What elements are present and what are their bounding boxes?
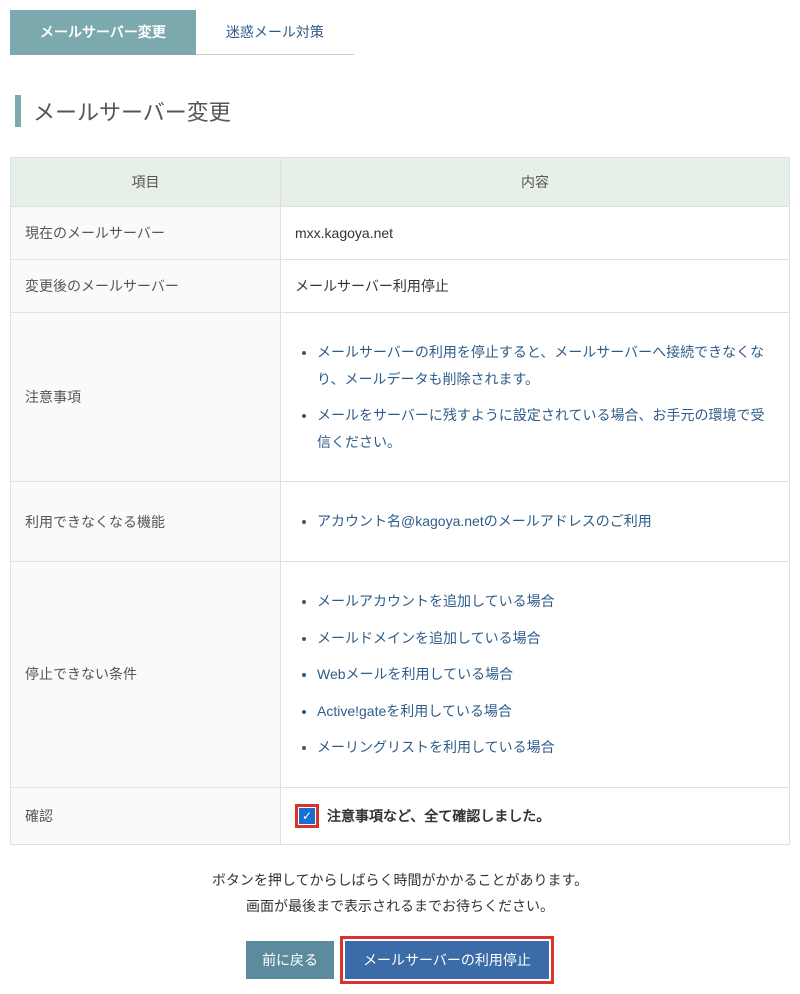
table-head-content: 内容: [281, 158, 790, 207]
table-row: 確認 ✓ 注意事項など、全て確認しました。: [11, 787, 790, 844]
submit-button[interactable]: メールサーバーの利用停止: [345, 941, 549, 979]
row-label-notes: 注意事項: [11, 313, 281, 482]
row-value-current-server: mxx.kagoya.net: [281, 207, 790, 260]
list-item: メールサーバーの利用を停止すると、メールサーバーへ接続できなくなり、メールデータ…: [317, 339, 775, 392]
notice: ボタンを押してからしばらく時間がかかることがあります。 画面が最後まで表示される…: [10, 870, 790, 916]
submit-button-highlight: メールサーバーの利用停止: [340, 936, 554, 984]
disabled-features-list: アカウント名@kagoya.netのメールアドレスのご利用: [295, 508, 775, 535]
form-table: 項目 内容 現在のメールサーバー mxx.kagoya.net 変更後のメールサ…: [10, 157, 790, 845]
row-value-notes: メールサーバーの利用を停止すると、メールサーバーへ接続できなくなり、メールデータ…: [281, 313, 790, 482]
list-item: メーリングリストを利用している場合: [317, 734, 775, 761]
row-label-after-server: 変更後のメールサーバー: [11, 260, 281, 313]
table-row: 注意事項 メールサーバーの利用を停止すると、メールサーバーへ接続できなくなり、メ…: [11, 313, 790, 482]
confirm-checkbox-highlight: ✓: [295, 804, 319, 828]
button-row: 前に戻る メールサーバーの利用停止: [10, 936, 790, 984]
row-label-current-server: 現在のメールサーバー: [11, 207, 281, 260]
confirm-checkbox[interactable]: ✓: [299, 808, 315, 824]
table-head-item: 項目: [11, 158, 281, 207]
check-icon: ✓: [302, 810, 312, 822]
list-item: アカウント名@kagoya.netのメールアドレスのご利用: [317, 508, 775, 535]
row-value-confirm: ✓ 注意事項など、全て確認しました。: [281, 787, 790, 844]
table-row: 変更後のメールサーバー メールサーバー利用停止: [11, 260, 790, 313]
notice-line-1: ボタンを押してからしばらく時間がかかることがあります。: [10, 870, 790, 890]
page-title: メールサーバー変更: [33, 95, 790, 127]
list-item: メールをサーバーに残すように設定されている場合、お手元の環境で受信ください。: [317, 402, 775, 455]
tab-spam-settings[interactable]: 迷惑メール対策: [196, 10, 354, 55]
back-button[interactable]: 前に戻る: [246, 941, 334, 979]
row-label-disabled-features: 利用できなくなる機能: [11, 482, 281, 562]
list-item: メールドメインを追加している場合: [317, 625, 775, 652]
row-label-cannot-stop: 停止できない条件: [11, 561, 281, 787]
notice-line-2: 画面が最後まで表示されるまでお待ちください。: [10, 896, 790, 916]
row-value-disabled-features: アカウント名@kagoya.netのメールアドレスのご利用: [281, 482, 790, 562]
table-row: 利用できなくなる機能 アカウント名@kagoya.netのメールアドレスのご利用: [11, 482, 790, 562]
list-item: Active!gateを利用している場合: [317, 698, 775, 725]
row-value-after-server: メールサーバー利用停止: [281, 260, 790, 313]
page-title-wrap: メールサーバー変更: [15, 95, 790, 127]
tabs: メールサーバー変更 迷惑メール対策: [10, 10, 790, 55]
row-label-confirm: 確認: [11, 787, 281, 844]
list-item: メールアカウントを追加している場合: [317, 588, 775, 615]
cannot-stop-list: メールアカウントを追加している場合メールドメインを追加している場合 Webメールを…: [295, 588, 775, 761]
confirm-text: 注意事項など、全て確認しました。: [327, 806, 550, 826]
row-value-cannot-stop: メールアカウントを追加している場合メールドメインを追加している場合 Webメールを…: [281, 561, 790, 787]
notes-list: メールサーバーの利用を停止すると、メールサーバーへ接続できなくなり、メールデータ…: [295, 339, 775, 455]
list-item: Webメールを利用している場合: [317, 661, 775, 688]
tab-mail-server-change[interactable]: メールサーバー変更: [10, 10, 196, 55]
table-row: 停止できない条件 メールアカウントを追加している場合メールドメインを追加している…: [11, 561, 790, 787]
table-row: 現在のメールサーバー mxx.kagoya.net: [11, 207, 790, 260]
